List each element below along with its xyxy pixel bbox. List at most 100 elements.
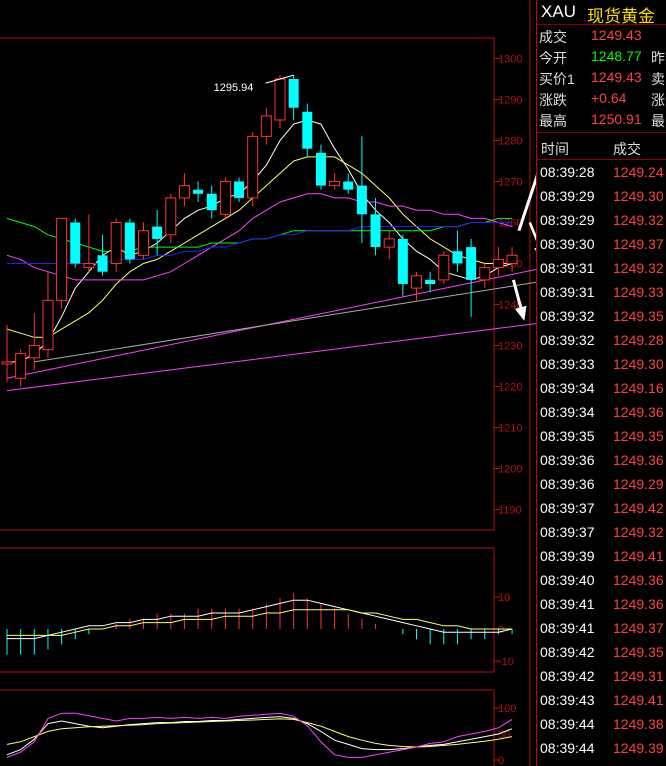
candle-body-down [466, 247, 477, 280]
tick-price: 1249.32 [613, 260, 664, 276]
tick-price: 1249.36 [613, 572, 664, 588]
tick-row: 08:39:43 1249.41 [537, 688, 666, 712]
tick-row: 08:39:29 1249.30 [537, 184, 666, 208]
price-axis-label: 1190 [498, 505, 522, 517]
quote-extra-label: 涨 [651, 92, 665, 108]
tick-price: 1249.29 [613, 476, 664, 492]
quote-header: XAU 现货黄金 [537, 0, 666, 26]
tick-row: 08:39:33 1249.30 [537, 352, 666, 376]
candle-body-down [152, 226, 163, 239]
tick-time: 08:39:39 [540, 548, 595, 564]
candle-body-up [411, 275, 422, 289]
candle-body-up [438, 254, 450, 281]
candle-body-up [274, 78, 286, 121]
tick-row: 08:39:28 1249.24 [537, 160, 666, 184]
trendline [6, 268, 536, 379]
tick-time: 08:39:44 [540, 716, 595, 732]
price-axis-label: 1280 [498, 136, 522, 148]
kline-chart[interactable]: 1300129012801270126012501240123012201210… [0, 0, 536, 766]
tick-header-time: 时间 [541, 141, 569, 157]
tick-row: 08:39:31 1249.33 [537, 280, 666, 304]
macd-dif-line [7, 599, 513, 640]
candle-body-up [506, 254, 518, 265]
candle-body-up [383, 238, 395, 248]
candle-body-down [356, 185, 367, 215]
quote-extra-label: 昨 [651, 50, 665, 66]
candle-body-down [315, 152, 326, 186]
tick-row: 08:39:29 1249.32 [537, 208, 666, 232]
tick-time: 08:39:44 [540, 740, 595, 756]
candle-body-up [260, 115, 272, 137]
ma20-line [6, 193, 513, 281]
candle-body-up [56, 217, 68, 301]
candle-body-down [124, 222, 135, 260]
tick-row: 08:39:36 1249.36 [537, 448, 666, 472]
candle-body-down [70, 222, 81, 264]
tick-time: 08:39:29 [540, 188, 595, 204]
candle-body-down [425, 279, 436, 284]
kdj-panel: 100500 [0, 689, 516, 766]
tick-time: 08:39:41 [540, 596, 595, 612]
tick-time: 08:39:41 [540, 620, 595, 636]
tick-price: 1249.16 [613, 380, 664, 396]
quote-value: 1248.77 [591, 48, 642, 64]
tick-row: 08:39:42 1249.31 [537, 664, 666, 688]
tick-row: 08:39:451249.43 [537, 760, 666, 766]
tick-row: 08:39:31 1249.32 [537, 256, 666, 280]
quote-label: 最高 [539, 113, 567, 129]
candle-body-up [138, 230, 149, 256]
kdj-axis-label: 100 [498, 703, 516, 715]
macd-axis-label: 0 [498, 624, 504, 636]
tick-price: 1249.41 [613, 548, 664, 564]
high-price-text: 1295.94 [214, 82, 254, 94]
macd-axis-label: 10 [498, 592, 510, 604]
tick-price: 1249.31 [613, 668, 664, 684]
quote-row-bid: 买价1 1249.43 卖 [537, 67, 666, 88]
candle-body-down [234, 181, 245, 198]
tick-time: 08:39:37 [540, 500, 595, 516]
candle-body-down [97, 255, 108, 272]
tick-time: 08:39:36 [540, 476, 595, 492]
kline-chart-area[interactable]: 1300 1290 1280 1270 1260 1250 1240 1230 1220 1210… [0, 0, 536, 766]
tick-row: 08:39:41 1249.37 [537, 616, 666, 640]
tick-list[interactable]: 08:39:28 1249.24 08:39:29 1249.30 08:39:29 12… [537, 160, 666, 766]
tick-price: 1249.35 [613, 428, 664, 444]
tick-time: 08:39:28 [540, 164, 595, 180]
tick-time: 08:39:33 [540, 356, 595, 372]
quote-row-last: 成交 1249.43 [537, 25, 666, 46]
tick-price: 1249.41 [613, 692, 664, 708]
tick-price: 1249.35 [613, 644, 664, 660]
tick-price: 1249.36 [613, 452, 664, 468]
tick-price: 1249.32 [613, 524, 664, 540]
quote-value: 1249.43 [591, 69, 642, 85]
price-axis-label: 1300 [498, 54, 522, 66]
quote-label: 买价1 [539, 71, 575, 87]
tick-time: 08:39:42 [540, 644, 595, 660]
tick-time: 08:39:31 [540, 284, 595, 300]
price-axis-label: 1290 [498, 95, 522, 107]
trendlines [6, 268, 536, 392]
tick-time: 08:39:29 [540, 212, 595, 228]
ma5-line [7, 119, 513, 363]
candle-body-up [479, 267, 491, 281]
tick-row: 08:39:41 1249.36 [537, 592, 666, 616]
tick-time: 08:39:42 [540, 668, 595, 684]
tick-price: 1249.30 [613, 188, 664, 204]
candle-body-down [302, 111, 313, 149]
tick-time: 08:39:30 [540, 236, 595, 252]
tick-price: 1249.36 [613, 596, 664, 612]
price-axis: 1300129012801270126012501240123012201210… [494, 0, 531, 766]
tick-row: 08:39:37 1249.42 [537, 496, 666, 520]
macd-dea-line [7, 609, 512, 636]
quote-extra-label: 最 [651, 113, 665, 129]
tick-price: 1249.37 [613, 620, 664, 636]
tick-time: 08:39:35 [540, 428, 595, 444]
tick-time: 08:39:34 [540, 404, 595, 420]
candle-body-down [397, 238, 408, 284]
tick-row: 08:39:37 1249.32 [537, 520, 666, 544]
price-axis-label: 1200 [498, 464, 522, 476]
candle-body-up [28, 345, 40, 359]
price-axis-label: 1220 [498, 382, 522, 394]
candle-body-up [42, 299, 54, 351]
candle-body-up [165, 197, 177, 236]
